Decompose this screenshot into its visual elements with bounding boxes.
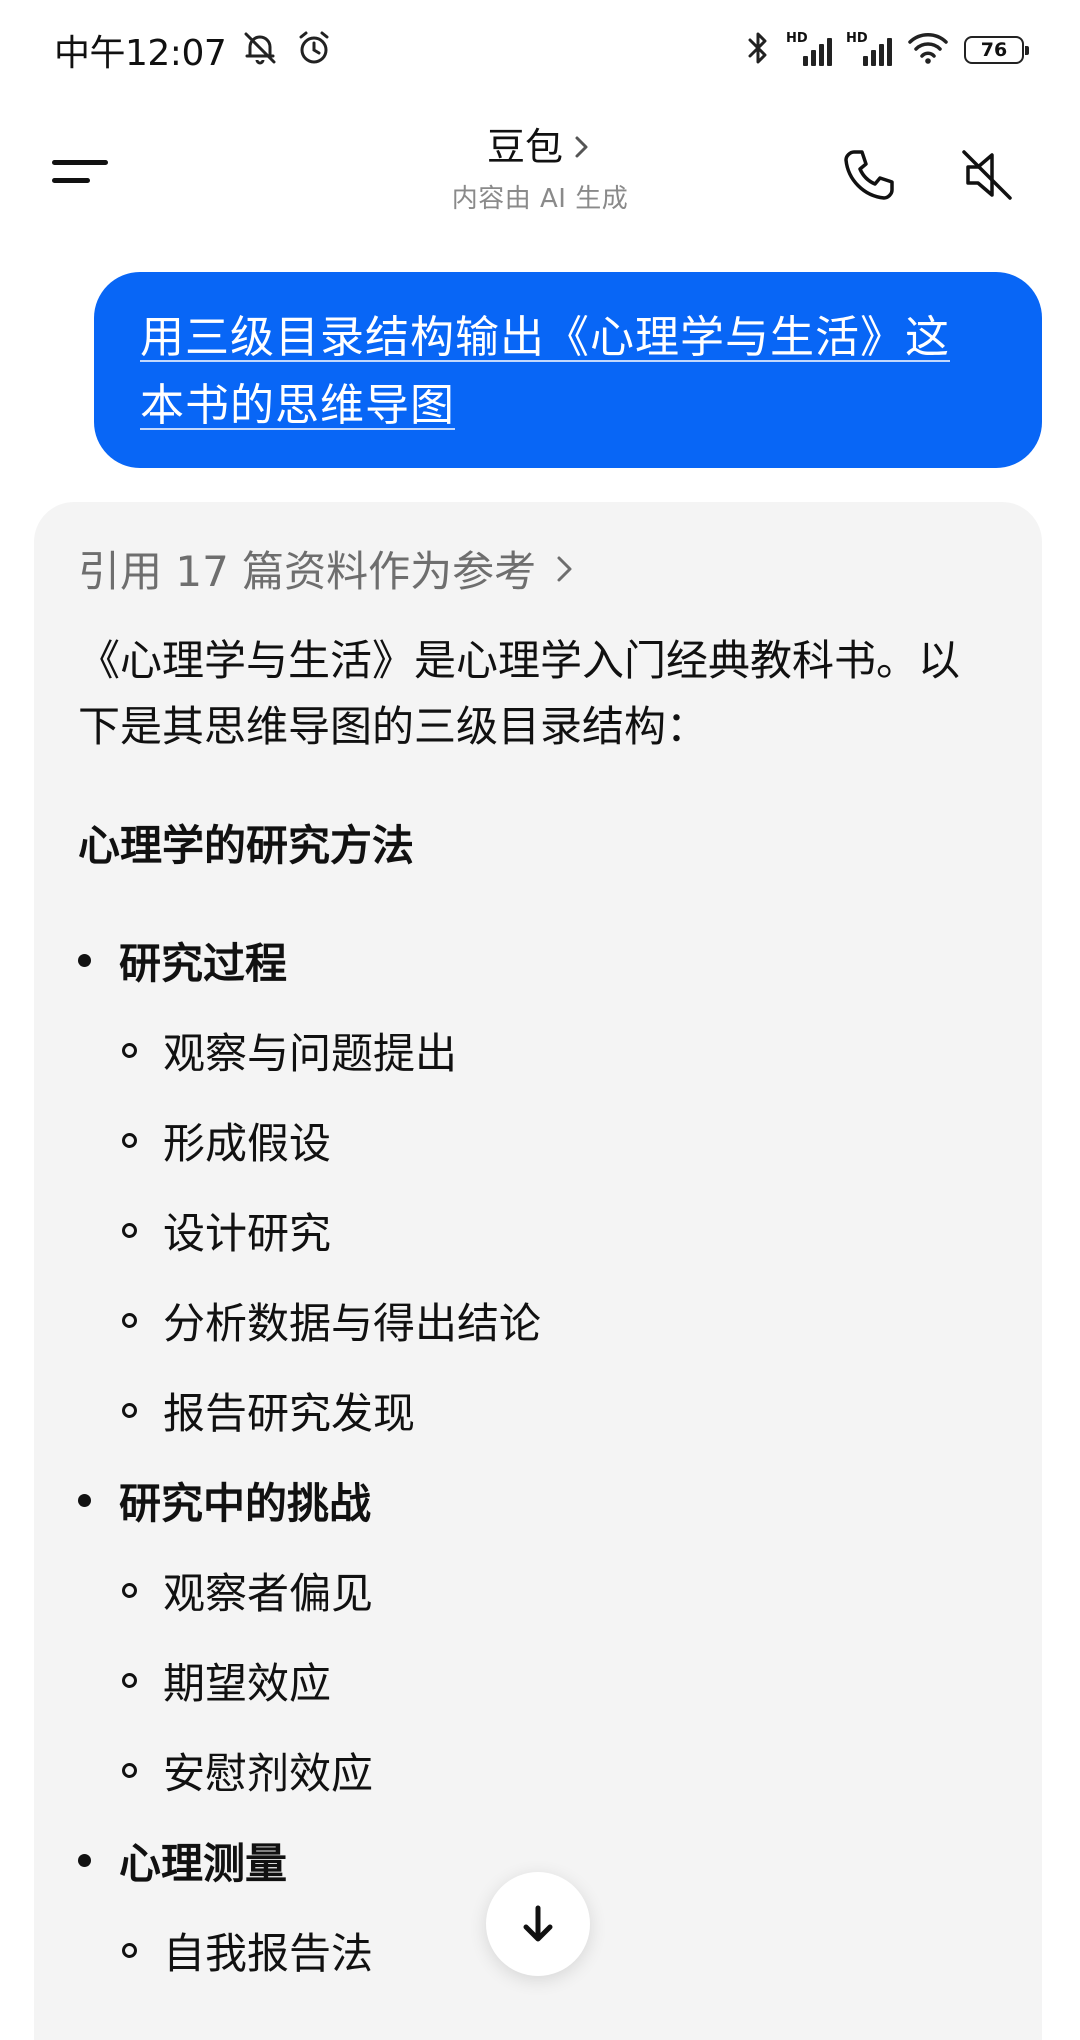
chat-title: 豆包 [486, 125, 563, 169]
references-link[interactable]: 引用 17 篇资料作为参考 [78, 538, 576, 599]
ai-answer-card: 引用 17 篇资料作为参考 《心理学与生活》是心理学入门经典教科书。以下是其思维… [34, 502, 1042, 2040]
bell-off-icon [240, 28, 280, 72]
chat-title-area[interactable]: 豆包 内容由 AI 生成 [340, 122, 740, 215]
status-bar: 中午12:07 HD HD 76 [0, 0, 1080, 100]
bullet-circle [122, 1942, 137, 1958]
signal-icon: HD [786, 32, 832, 68]
list-item-level2: 安慰剂效应 [122, 1740, 373, 1800]
bullet-dot [78, 953, 91, 967]
list-item-level1: 研究中的挑战 [78, 1470, 371, 1530]
header: 豆包 内容由 AI 生成 [0, 100, 1080, 250]
references-label: 引用 17 篇资料作为参考 [78, 547, 537, 596]
alarm-icon [294, 28, 334, 72]
battery-icon: 76 [964, 36, 1029, 64]
user-message-bubble[interactable]: 用三级目录结构输出《心理学与生活》这本书的思维导图 [94, 272, 1042, 468]
bullet-circle [122, 1672, 137, 1688]
mute-icon[interactable] [954, 142, 1020, 208]
list-item-level2: 自我报告法 [122, 1920, 373, 1980]
status-right: HD HD 76 [744, 24, 1029, 76]
battery-level: 76 [980, 39, 1008, 61]
answer-intro: 《心理学与生活》是心理学入门经典教科书。以下是其思维导图的三级目录结构： [78, 636, 961, 751]
bluetooth-icon [744, 28, 772, 72]
bullet-dot [78, 1853, 91, 1867]
chevron-right-icon [557, 556, 572, 581]
list-item-level2: 观察与问题提出 [122, 1020, 457, 1080]
bullet-circle [122, 1042, 137, 1058]
bullet-circle [122, 1132, 137, 1148]
phone-icon[interactable] [836, 142, 902, 208]
chevron-right-icon [575, 136, 588, 158]
chat-subtitle: 内容由 AI 生成 [451, 184, 629, 214]
bullet-circle [122, 1312, 137, 1328]
signal-icon: HD [846, 32, 892, 68]
bullet-circle [122, 1222, 137, 1238]
user-message-text: 用三级目录结构输出《心理学与生活》这本书的思维导图 [140, 312, 950, 431]
scroll-to-bottom-button[interactable] [486, 1872, 590, 1976]
wifi-icon [906, 30, 950, 70]
list-item-level2: 设计研究 [122, 1200, 331, 1260]
bullet-dot [78, 1493, 91, 1507]
list-item-level2: 分析数据与得出结论 [122, 1290, 541, 1350]
list-item-level2: 报告研究发现 [122, 1380, 415, 1440]
list-item-level2: 观察者偏见 [122, 1560, 373, 1620]
list-item-level2: 形成假设 [122, 1110, 331, 1170]
list-item-level1: 心理测量 [78, 1830, 287, 1890]
list-item-level1: 研究过程 [78, 930, 287, 990]
bullet-circle [122, 1582, 137, 1598]
status-time: 中午12:07 [54, 33, 227, 74]
bullet-circle [122, 1762, 137, 1778]
status-left: 中午12:07 [54, 24, 334, 76]
bullet-circle [122, 1402, 137, 1418]
menu-icon[interactable] [52, 152, 112, 192]
section-heading: 心理学的研究方法 [78, 821, 415, 870]
arrow-down-icon [523, 1905, 553, 1942]
list-item-level2: 期望效应 [122, 1650, 331, 1710]
